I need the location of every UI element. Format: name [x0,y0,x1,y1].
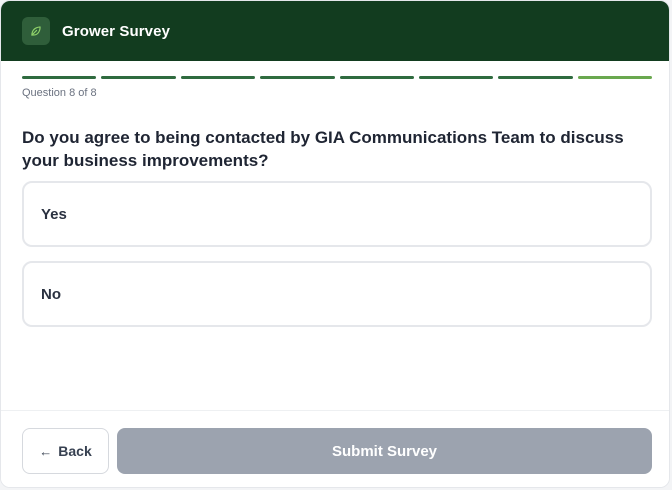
back-button-label: Back [58,443,92,459]
survey-footer: ← Back Submit Survey [1,410,669,487]
question-counter: Question 8 of 8 [22,87,97,99]
option-no-label: No [41,285,61,303]
back-button[interactable]: ← Back [22,428,109,474]
progress-bar [22,76,652,80]
progress-segment-2 [101,76,176,79]
submit-button-label: Submit Survey [331,442,438,460]
submit-survey-button[interactable]: Submit Survey [117,428,652,474]
progress-segment-1 [22,76,97,79]
progress-segment-3 [180,76,256,79]
survey-header: Grower Survey [1,1,669,61]
leaf-icon [22,17,50,45]
question-text: Do you agree to being contacted by GIA C… [22,128,624,170]
option-yes-label: Yes [41,205,67,223]
survey-card: Grower Survey Question 8 of 8 Do you agr… [0,0,670,488]
progress-segment-8 [577,76,652,79]
progress-segment-6 [418,76,494,79]
progress-segment-7 [498,76,573,79]
option-yes[interactable]: Yes [22,181,652,247]
arrow-left-icon: ← [39,443,53,459]
option-no[interactable]: No [22,261,652,327]
survey-title: Grower Survey [62,22,171,40]
progress-segment-5 [339,76,414,79]
progress-segment-4 [260,76,335,79]
